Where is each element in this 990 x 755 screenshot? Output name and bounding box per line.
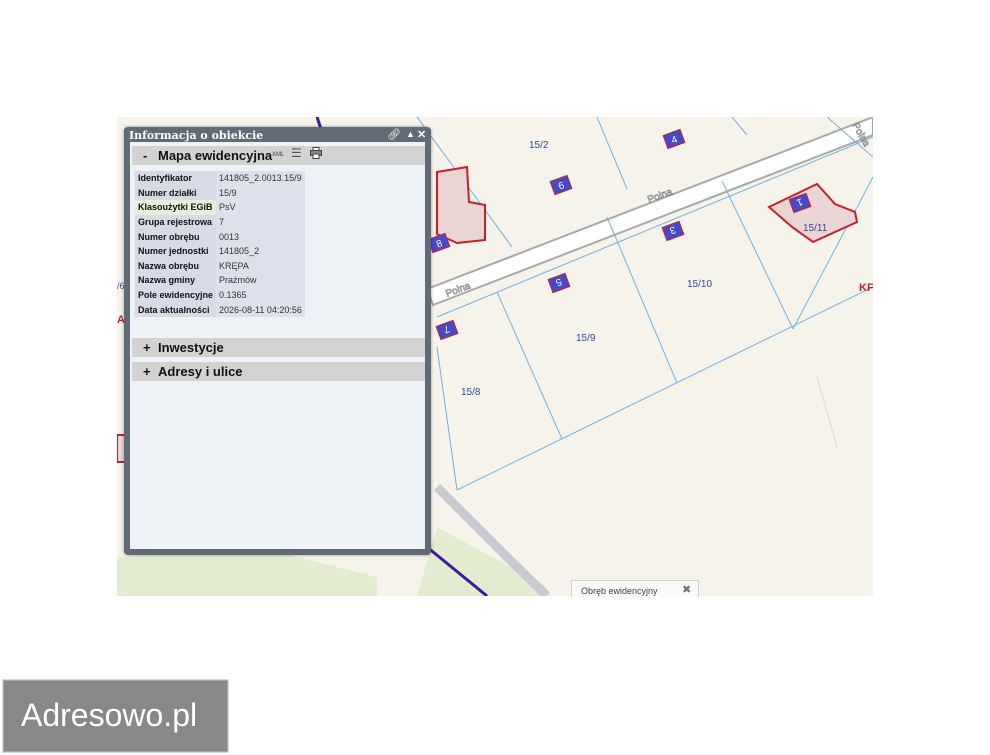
attribute-key: Grupa rejestrowa [135, 214, 217, 230]
section-label: Adresy i ulice [158, 364, 243, 379]
attribute-key: Numer działki [135, 185, 217, 201]
attribute-key: Data aktualności [135, 302, 217, 317]
attribute-row: Nazwa obrębu KRĘPA [135, 258, 305, 274]
attribute-row: Numer obrębu 0013 [135, 229, 305, 244]
parcel-label: 15/2 [529, 140, 549, 151]
section-mapa-ewidencyjna[interactable]: - Mapa ewidencyjna XML ☰ [132, 146, 425, 165]
section-label: Mapa ewidencyjna [158, 148, 273, 163]
attribute-value: PsV [216, 200, 305, 215]
attribute-key: Numer obrębu [135, 229, 217, 244]
list-icon[interactable]: ☰ [291, 146, 302, 160]
path [816, 376, 838, 448]
link-icon[interactable]: 🔗︎ [387, 128, 401, 141]
legend-obreb[interactable]: Obręb ewidencyjny ✖ [571, 580, 699, 597]
attributes-table: Identyfikator 141805_2.0013.15/9 Numer dzi… [135, 171, 305, 317]
section-label: Inwestycje [158, 340, 224, 355]
attribute-key: Numer jednostki [135, 243, 217, 259]
attribute-value: 15/9 [216, 185, 305, 201]
attribute-row: Identyfikator 141805_2.0013.15/9 [135, 171, 305, 186]
parcel-label: 15/8 [461, 387, 481, 398]
attribute-value: 7 [216, 214, 305, 230]
attribute-value: 141805_2 [216, 243, 305, 259]
map-edge-text: KF [859, 282, 873, 294]
attribute-row: Klasoużytki EGiB PsV [135, 200, 305, 215]
attribute-value: 2026-08-11 04:20:56 [216, 302, 305, 317]
attribute-row: Pole ewidencyjne 0.1365 [135, 287, 305, 303]
brand-logo: Adresowo.pl [2, 679, 229, 753]
brand-name: Adresowo.pl [21, 697, 198, 733]
xml-export-button[interactable]: XML [272, 152, 284, 158]
parcel-label: 15/10 [687, 279, 712, 290]
close-icon[interactable]: ✕ [417, 128, 426, 141]
attribute-row: Data aktualności 2026-08-11 04:20:56 [135, 302, 305, 317]
attribute-row: Nazwa gminy Prażmów [135, 273, 305, 288]
attribute-value: 141805_2.0013.15/9 [216, 171, 305, 186]
attribute-value: 0013 [216, 229, 305, 244]
building [436, 165, 486, 245]
attribute-value: 0.1365 [216, 287, 305, 303]
parcel-label: 15/11 [803, 223, 828, 234]
close-icon[interactable]: ✖ [682, 583, 691, 596]
parcel-lines [416, 117, 873, 491]
expand-sign: + [143, 364, 151, 379]
attribute-key: Nazwa obrębu [135, 258, 217, 274]
legend-label: Obręb ewidencyjny [581, 586, 658, 596]
attribute-key: Nazwa gminy [135, 273, 217, 288]
attribute-value: Prażmów [216, 273, 305, 288]
attribute-row: Numer działki 15/9 [135, 185, 305, 201]
info-panel-title: Informacja o obiekcie [129, 129, 264, 142]
attribute-key: Identyfikator [135, 171, 217, 186]
expand-sign: + [143, 340, 151, 355]
collapse-icon[interactable]: ▲ [406, 129, 415, 139]
section-adresy-i-ulice[interactable]: + Adresy i ulice [132, 362, 425, 381]
attribute-row: Grupa rejestrowa 7 [135, 214, 305, 230]
attribute-key: Pole ewidencyjne [135, 287, 217, 303]
info-panel: Informacja o obiekcie 🔗︎ ▲ ✕ - Mapa ewid… [124, 127, 431, 555]
print-icon[interactable] [310, 147, 322, 159]
parcel-label: 15/9 [576, 333, 596, 344]
attribute-key: Klasoużytki EGiB [135, 200, 217, 215]
info-panel-body: - Mapa ewidencyjna XML ☰ Identyfikator 14… [130, 142, 425, 549]
attribute-row: Numer jednostki 141805_2 [135, 243, 305, 259]
section-inwestycje[interactable]: + Inwestycje [132, 338, 425, 357]
attribute-value: KRĘPA [216, 258, 305, 274]
collapse-sign: - [143, 148, 148, 163]
